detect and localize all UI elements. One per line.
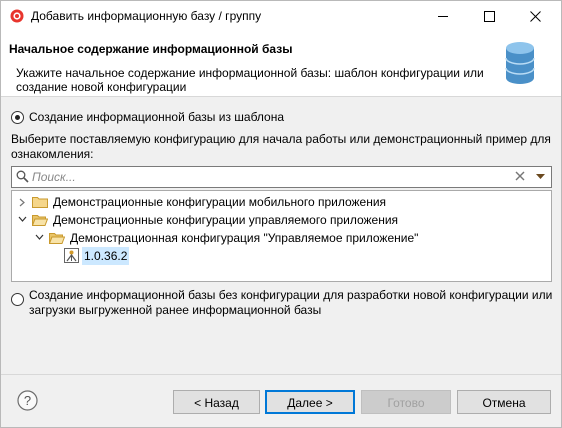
empty-base-radio[interactable] xyxy=(11,293,24,306)
chevron-down-icon[interactable] xyxy=(18,216,27,222)
template-icon xyxy=(64,248,79,263)
page-title: Начальное содержание информационной базы xyxy=(9,42,293,56)
window-title: Добавить информационную базу / группу xyxy=(31,9,262,23)
svg-text:?: ? xyxy=(24,393,31,408)
page-description: Укажите начальное содержание информацион… xyxy=(16,66,484,94)
minimize-button[interactable] xyxy=(421,1,467,32)
template-prompt: Выберите поставляемую конфигурацию для н… xyxy=(11,132,551,161)
empty-base-label[interactable]: Создание информационной базы без конфигу… xyxy=(29,288,559,318)
tree-item-label: Демонстрационные конфигурации мобильного… xyxy=(53,195,387,209)
chevron-right-icon[interactable] xyxy=(19,198,25,207)
tree-item-managed-app[interactable]: Демонстрационная конфигурация "Управляем… xyxy=(12,229,551,247)
help-icon[interactable]: ? xyxy=(17,390,38,411)
tree-item-mobile[interactable]: Демонстрационные конфигурации мобильного… xyxy=(12,193,551,211)
folder-open-icon xyxy=(49,233,65,244)
title-bar[interactable]: Добавить информационную базу / группу xyxy=(1,1,561,32)
from-template-radio[interactable] xyxy=(11,111,24,124)
app-logo-icon xyxy=(10,9,24,23)
folder-open-icon xyxy=(32,215,48,226)
wizard-header: Начальное содержание информационной базы… xyxy=(1,32,561,97)
tree-item-label: Демонстрационные конфигурации управляемо… xyxy=(53,213,399,227)
maximize-button[interactable] xyxy=(467,1,513,32)
minimize-icon xyxy=(438,16,448,17)
cancel-button[interactable]: Отмена xyxy=(457,390,551,414)
database-icon xyxy=(505,42,535,84)
dropdown-icon[interactable] xyxy=(536,174,545,180)
back-button[interactable]: < Назад xyxy=(173,390,260,414)
search-input[interactable] xyxy=(32,168,502,185)
footer-divider xyxy=(1,374,561,375)
close-icon xyxy=(530,11,541,22)
finish-button: Готово xyxy=(361,390,451,414)
search-icon xyxy=(16,170,29,183)
clear-icon[interactable] xyxy=(514,170,526,182)
chevron-down-icon[interactable] xyxy=(35,234,44,240)
tree-item-version[interactable]: 1.0.36.2 xyxy=(12,247,551,265)
tree-item-managed[interactable]: Демонстрационные конфигурации управляемо… xyxy=(12,211,551,229)
maximize-icon xyxy=(484,11,495,22)
tree-item-label: 1.0.36.2 xyxy=(82,247,130,265)
folder-icon xyxy=(32,197,48,208)
tree-item-label: Демонстрационная конфигурация "Управляем… xyxy=(70,231,419,245)
dialog-window: Добавить информационную базу / группу На… xyxy=(0,0,562,428)
search-box[interactable] xyxy=(11,166,552,188)
close-button[interactable] xyxy=(513,1,559,32)
template-tree[interactable]: Демонстрационные конфигурации мобильного… xyxy=(11,190,552,282)
from-template-label[interactable]: Создание информационной базы из шаблона xyxy=(29,110,284,124)
next-button[interactable]: Далее > xyxy=(265,390,355,414)
